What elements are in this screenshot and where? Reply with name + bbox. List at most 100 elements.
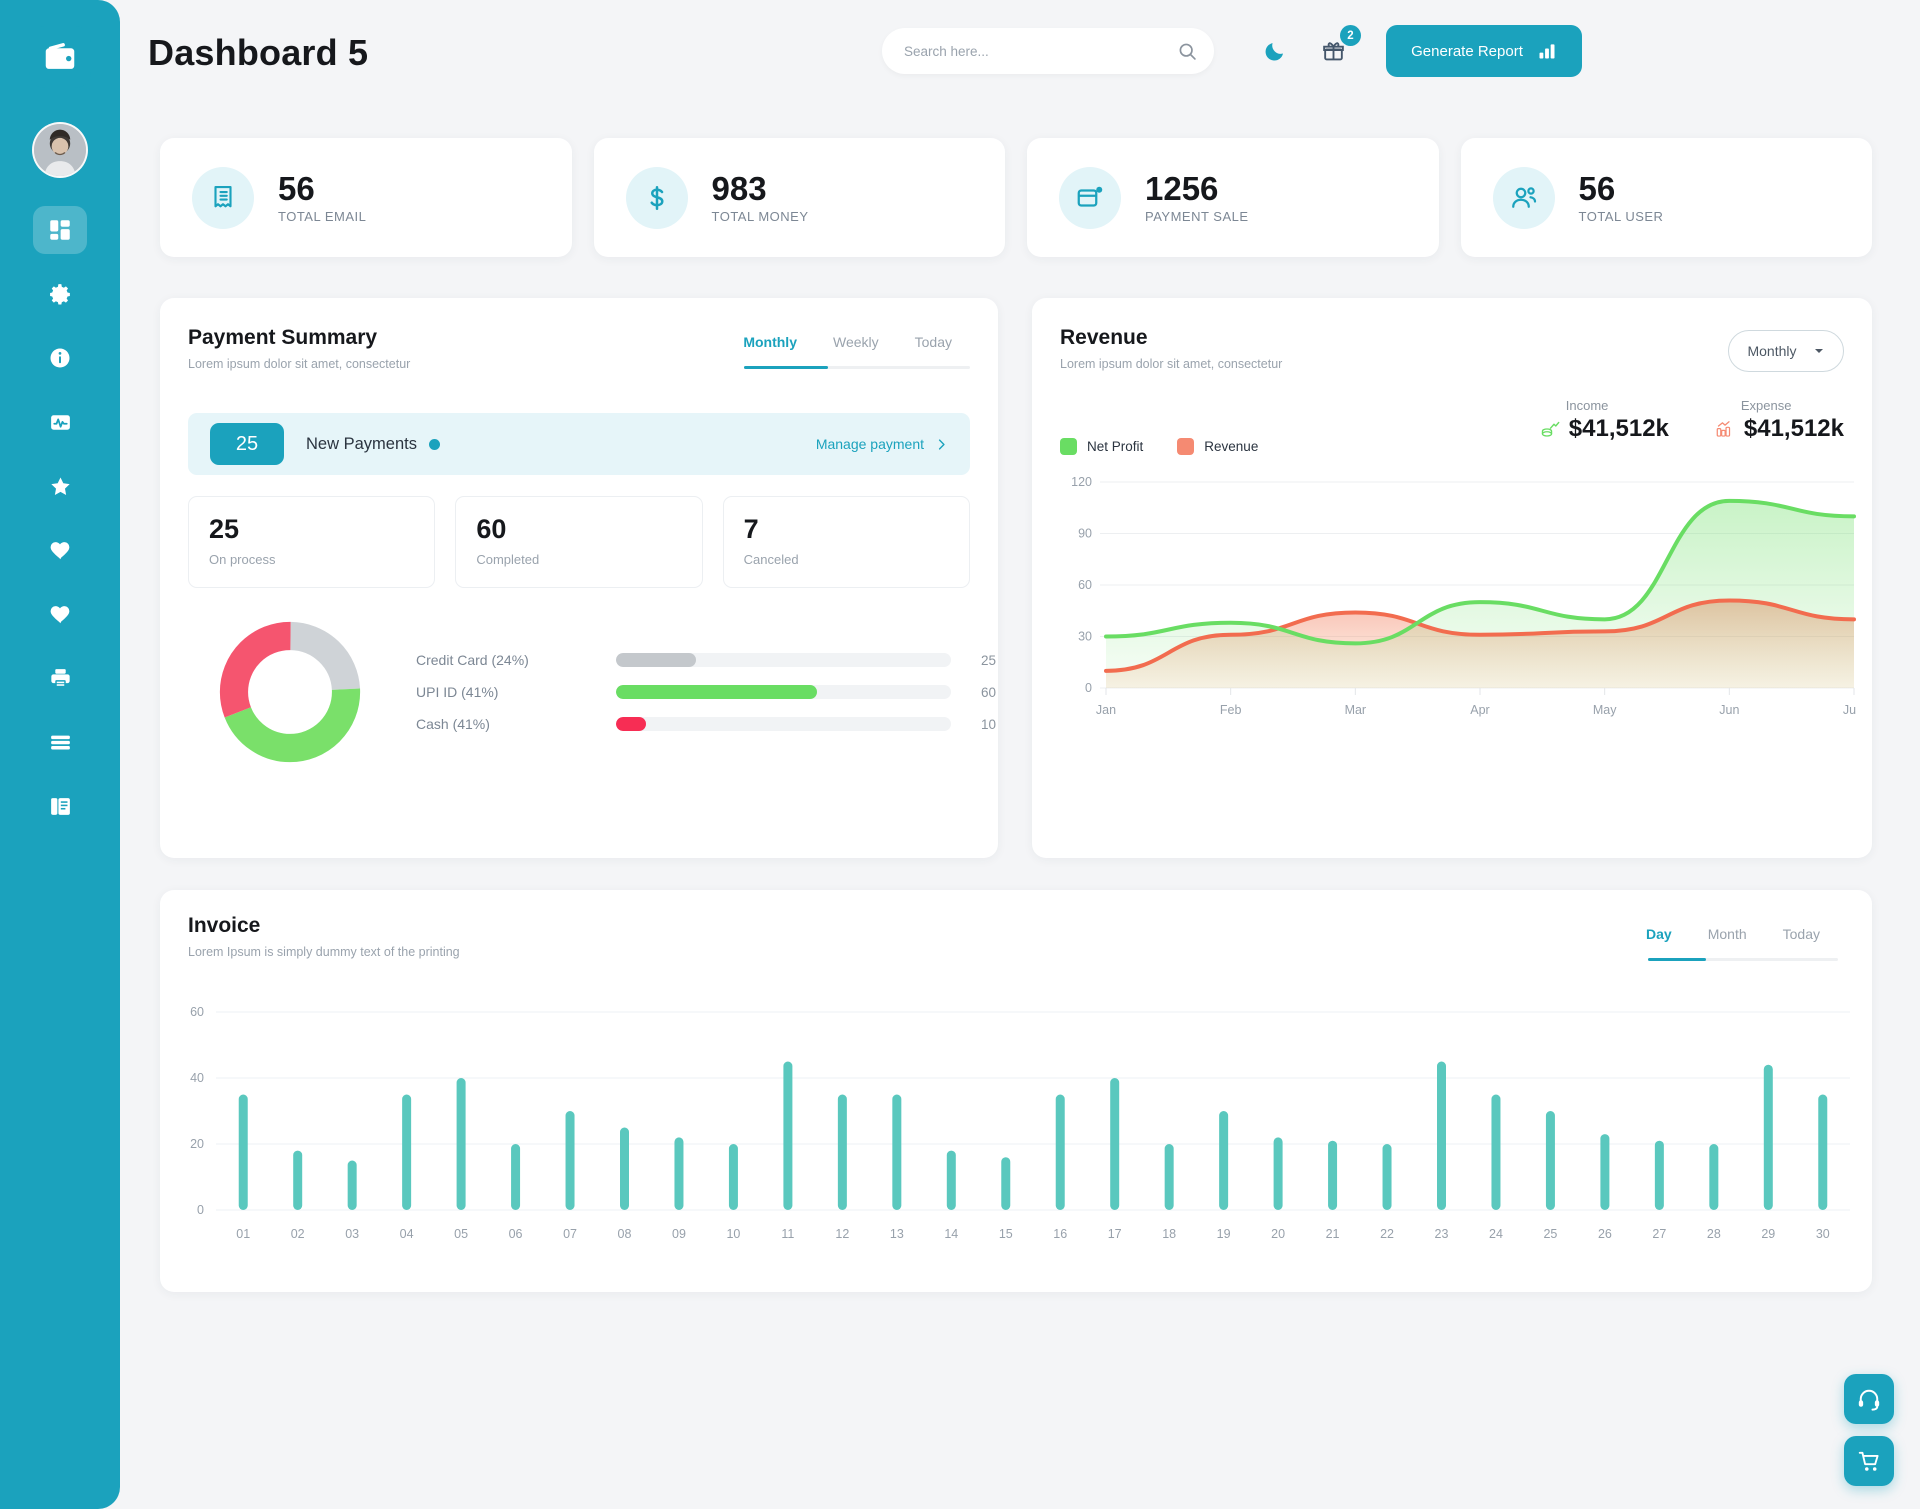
method-progress-track <box>616 653 951 667</box>
sidebar-item-list[interactable] <box>33 718 87 766</box>
svg-text:Apr: Apr <box>1470 703 1489 717</box>
stat-card-total-money[interactable]: 983 TOTAL MONEY <box>593 138 1005 257</box>
heart-icon <box>50 605 69 623</box>
expense-icon <box>1716 420 1731 437</box>
svg-text:04: 04 <box>400 1227 414 1241</box>
sidebar-item-likes[interactable] <box>33 526 87 574</box>
headset-icon <box>1858 1389 1880 1411</box>
new-payments-banner[interactable]: 25 New Payments Manage payment <box>188 413 970 475</box>
tab-today[interactable]: Today <box>1765 926 1838 955</box>
svg-text:40: 40 <box>190 1071 204 1085</box>
method-progress-fill <box>616 717 647 731</box>
dark-mode-toggle[interactable] <box>1258 34 1292 68</box>
svg-text:15: 15 <box>999 1227 1013 1241</box>
invoice-bars <box>238 1061 1828 1210</box>
invoice-y-axis-labels: 0 20 40 60 <box>190 1005 204 1217</box>
svg-text:Mar: Mar <box>1345 703 1367 717</box>
invoice-x-axis-labels: 01 02 03 04 05 06 07 08 09 10 11 12 13 14 15 16 17 18 19 20… <box>236 1227 1829 1241</box>
svg-text:29: 29 <box>1761 1227 1775 1241</box>
support-fab[interactable] <box>1844 1374 1894 1424</box>
svg-text:10: 10 <box>726 1227 740 1241</box>
method-progress-fill <box>616 653 697 667</box>
method-row: Cash (41%) 10 <box>416 708 996 740</box>
avatar[interactable] <box>32 122 88 178</box>
method-value: 60 <box>981 684 997 700</box>
svg-text:30: 30 <box>1078 630 1092 644</box>
cart-fab[interactable] <box>1844 1436 1894 1486</box>
stat-value: 1256 <box>1145 169 1219 207</box>
receipt-icon <box>214 185 232 207</box>
new-payments-label: New Payments <box>306 434 417 453</box>
mini-stat-label: Completed <box>476 552 540 567</box>
mini-stat-completed: 60 Completed <box>455 496 703 588</box>
stat-card-payment-sale[interactable]: 1256 PAYMENT SALE <box>1027 138 1439 257</box>
stat-card-total-user[interactable]: 56 TOTAL USER <box>1460 138 1872 257</box>
sidebar-item-analytics[interactable] <box>33 398 87 446</box>
tab-month[interactable]: Month <box>1690 926 1765 955</box>
gift-badge: 2 <box>1340 25 1361 46</box>
invoice-title: Invoice <box>188 914 261 937</box>
svg-text:0: 0 <box>197 1203 204 1217</box>
tab-day[interactable]: Day <box>1628 926 1690 955</box>
mini-stat-canceled: 7 Canceled <box>722 496 970 588</box>
income-block: Income $41,512k <box>1540 398 1669 443</box>
revenue-card: Revenue Lorem ipsum dolor sit amet, cons… <box>1032 298 1872 858</box>
sidebar-item-dashboard[interactable] <box>33 206 87 254</box>
gift-button[interactable]: 2 <box>1316 25 1361 68</box>
brand-logo[interactable] <box>29 26 91 88</box>
stat-icon-wrap <box>1059 166 1121 229</box>
tab-today[interactable]: Today <box>897 334 970 363</box>
revenue-period-select[interactable]: Monthly <box>1728 330 1844 372</box>
payment-summary-title: Payment Summary <box>188 326 378 349</box>
search-input[interactable] <box>904 43 1177 59</box>
svg-text:24: 24 <box>1489 1227 1503 1241</box>
sidebar-item-documents[interactable] <box>33 782 87 830</box>
generate-report-button[interactable]: Generate Report <box>1386 25 1582 77</box>
manage-payment-link[interactable]: Manage payment <box>816 436 948 452</box>
svg-text:July: July <box>1843 703 1856 717</box>
mini-stat-value: 60 <box>476 514 507 544</box>
sidebar-item-saved[interactable] <box>33 590 87 638</box>
wallet-icon <box>45 43 75 69</box>
tab-weekly[interactable]: Weekly <box>815 334 897 363</box>
gear-icon <box>49 283 70 304</box>
svg-text:09: 09 <box>672 1227 686 1241</box>
expense-value: $41,512k <box>1743 415 1844 442</box>
method-progress-track <box>616 685 951 699</box>
mini-stat-label: On process <box>209 552 276 567</box>
svg-text:22: 22 <box>1380 1227 1394 1241</box>
svg-text:13: 13 <box>890 1227 904 1241</box>
chevron-down-icon <box>1814 349 1823 353</box>
grid-icon <box>50 220 70 240</box>
stat-value: 56 <box>1578 169 1616 207</box>
chevron-right-icon <box>938 438 945 450</box>
revenue-y-axis-labels: 0 30 60 90 120 <box>1071 475 1092 695</box>
sidebar-item-favorites[interactable] <box>33 462 87 510</box>
payment-methods-row: Credit Card (24%) 25 UPI ID (41%) 60 Cas… <box>188 618 996 766</box>
sidebar-item-print[interactable] <box>33 654 87 702</box>
legend-swatch <box>1060 438 1077 455</box>
revenue-title: Revenue <box>1060 326 1148 349</box>
info-icon <box>50 348 70 368</box>
stat-value: 56 <box>278 169 315 207</box>
svg-text:18: 18 <box>1162 1227 1176 1241</box>
svg-text:23: 23 <box>1435 1227 1449 1241</box>
income-icon <box>1541 421 1560 437</box>
svg-text:07: 07 <box>563 1227 577 1241</box>
payment-mini-stats: 25 On process 60 Completed 7 Canceled <box>188 496 970 588</box>
svg-text:27: 27 <box>1652 1227 1666 1241</box>
payment-icon <box>1077 186 1103 207</box>
tab-monthly[interactable]: Monthly <box>725 334 815 363</box>
revenue-area-net-profit <box>1106 500 1854 688</box>
sidebar-item-settings[interactable] <box>33 270 87 318</box>
method-value: 10 <box>981 716 997 732</box>
stat-card-total-email[interactable]: 56 TOTAL EMAIL <box>160 138 572 257</box>
manage-payment-label: Manage payment <box>815 436 924 452</box>
search-icon[interactable] <box>1177 41 1198 62</box>
stat-icon-wrap <box>1492 166 1555 229</box>
sidebar-item-info[interactable] <box>33 334 87 382</box>
search-box[interactable] <box>882 28 1214 74</box>
method-label: UPI ID (41%) <box>416 684 499 700</box>
svg-text:19: 19 <box>1217 1227 1231 1241</box>
stat-label: PAYMENT SALE <box>1145 209 1249 225</box>
